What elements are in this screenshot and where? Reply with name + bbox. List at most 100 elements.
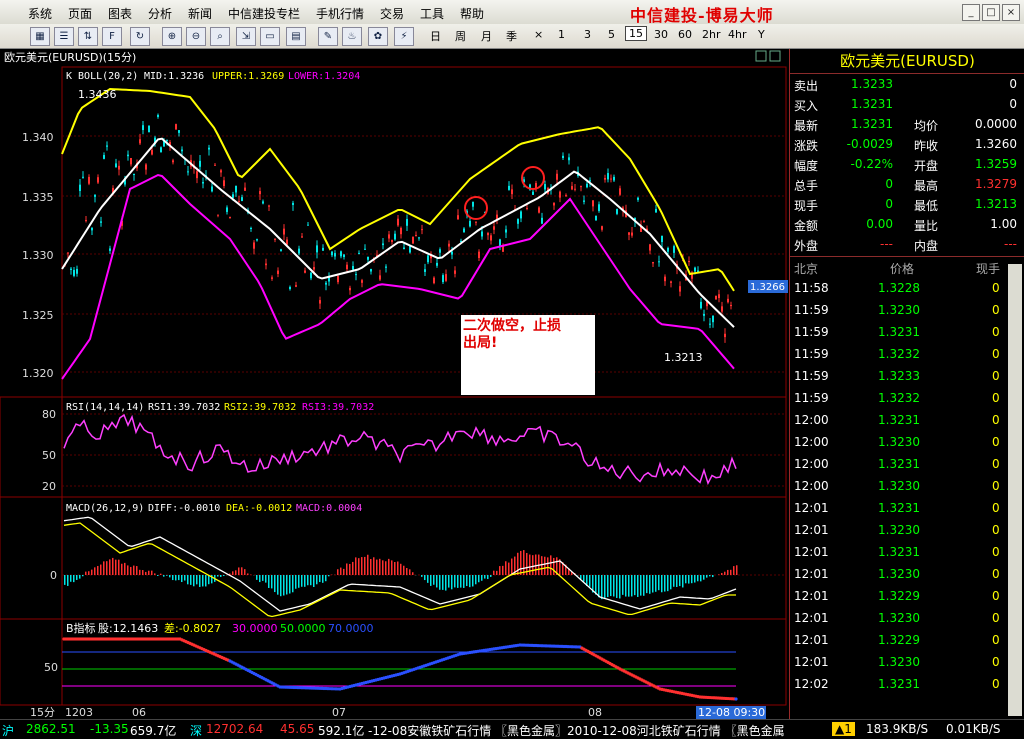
- macd-bar: [472, 575, 474, 586]
- candle-body: [232, 194, 234, 197]
- candle-body: [553, 203, 555, 206]
- menu-tools[interactable]: 工具: [420, 5, 444, 22]
- quote-panel: 欧元美元(EURUSD) 卖出1.32330买入1.32310最新1.3231均…: [789, 49, 1024, 719]
- quote-value: 1.3231: [851, 97, 893, 111]
- menu-help[interactable]: 帮助: [460, 5, 484, 22]
- candle-body: [730, 305, 732, 306]
- period-4hr[interactable]: 4hr: [728, 28, 747, 41]
- candle-body: [295, 285, 297, 287]
- tick-time: 11:59: [794, 303, 829, 317]
- sz-index[interactable]: 12702.64: [206, 722, 263, 736]
- macd-bar: [400, 564, 402, 575]
- candle-body: [517, 219, 519, 224]
- time-badge-label: 12-08 09:30: [698, 706, 765, 719]
- period-day[interactable]: 日: [430, 28, 441, 44]
- menu-bar: 系统 页面 图表 分析 新闻 中信建投专栏 手机行情 交易 工具 帮助 中信建投…: [0, 0, 1024, 25]
- flash-icon[interactable]: ⚡: [394, 27, 414, 46]
- search-icon[interactable]: ⌕: [210, 27, 230, 46]
- candle-body: [85, 220, 87, 221]
- screen-icon[interactable]: ▤: [286, 27, 306, 46]
- tick-row: 12:001.32300: [790, 432, 1024, 454]
- quote-row: 外盘---内盘---: [790, 234, 1024, 254]
- menu-trade[interactable]: 交易: [380, 5, 404, 22]
- zoom-in-icon[interactable]: ⊕: [162, 27, 182, 46]
- maximize-button[interactable]: □: [982, 4, 1000, 21]
- window-icon[interactable]: ▭: [260, 27, 280, 46]
- candle-body: [181, 150, 183, 152]
- candle-body: [283, 229, 285, 235]
- period-15[interactable]: 15: [625, 26, 647, 41]
- menu-news[interactable]: 新闻: [188, 5, 212, 22]
- period-quarter[interactable]: 季: [506, 28, 517, 44]
- period-3[interactable]: 3: [584, 28, 591, 41]
- period-60[interactable]: 60: [678, 28, 692, 41]
- macd-dea: DEA:-0.0012: [226, 503, 292, 514]
- candle-body: [106, 145, 108, 146]
- candle-body: [616, 209, 618, 214]
- grid-icon[interactable]: ▦: [30, 27, 50, 46]
- candle-body: [397, 219, 399, 226]
- tick-price: 1.3233: [878, 369, 920, 383]
- minimize-button[interactable]: _: [962, 4, 980, 21]
- alarm-icon[interactable]: ♨: [342, 27, 362, 46]
- period-30[interactable]: 30: [654, 28, 668, 41]
- menu-page[interactable]: 页面: [68, 5, 92, 22]
- macd-bar: [181, 575, 183, 582]
- menu-chart[interactable]: 图表: [108, 5, 132, 22]
- macd-bar: [343, 569, 345, 575]
- period-2hr[interactable]: 2hr: [702, 28, 721, 41]
- close-button[interactable]: ×: [1002, 4, 1020, 21]
- tick-header-price: 价格: [890, 260, 914, 277]
- menu-system[interactable]: 系统: [28, 5, 52, 22]
- kline-chart[interactable]: 欧元美元(EURUSD)(15分) K BOLL(20,2) MID:1.323…: [0, 49, 788, 719]
- period-year[interactable]: Y: [758, 28, 765, 41]
- tick-row: 12:011.32300: [790, 520, 1024, 542]
- tick-price: 1.3231: [878, 545, 920, 559]
- tick-price: 1.3231: [878, 501, 920, 515]
- period-week[interactable]: 周: [455, 28, 466, 44]
- period-month[interactable]: 月: [481, 28, 492, 44]
- tick-scrollbar[interactable]: [1008, 264, 1022, 716]
- menu-analysis[interactable]: 分析: [148, 5, 172, 22]
- candle-body: [211, 187, 213, 192]
- macd-diff: DIFF:-0.0010: [148, 503, 220, 514]
- gift-icon[interactable]: ✿: [368, 27, 388, 46]
- news-ticker[interactable]: -12-08安徽铁矿石行情 〖黑色金属〗2010-12-08河北铁矿石行情 〖黑…: [368, 722, 828, 739]
- candle-body: [244, 188, 246, 191]
- candle-body: [379, 275, 381, 279]
- macd-bar: [667, 575, 669, 591]
- zoom-out-icon[interactable]: ⊖: [186, 27, 206, 46]
- current-price-label: 1.3266: [750, 282, 785, 293]
- macd-bar: [508, 563, 510, 575]
- macd-bar: [445, 575, 447, 591]
- quote-value: -0.0029: [847, 137, 893, 151]
- b-indicator-d: 50.0000: [280, 622, 326, 635]
- edit-icon[interactable]: ✎: [318, 27, 338, 46]
- candle-body: [214, 165, 216, 166]
- macd-bar: [238, 567, 240, 575]
- period-close[interactable]: ×: [534, 28, 543, 41]
- menu-zxjt-column[interactable]: 中信建投专栏: [228, 5, 300, 22]
- f10-icon[interactable]: F: [102, 27, 122, 46]
- candle-body: [679, 286, 681, 291]
- alert-badge[interactable]: ▲1: [832, 722, 855, 736]
- refresh-icon[interactable]: ↻: [130, 27, 150, 46]
- candle-body: [451, 252, 453, 255]
- sort-icon[interactable]: ⇅: [78, 27, 98, 46]
- tick-row: 12:011.32300: [790, 652, 1024, 674]
- sh-index[interactable]: 2862.51: [26, 722, 76, 736]
- tick-price: 1.3231: [878, 457, 920, 471]
- candle-body: [103, 155, 105, 159]
- candle-body: [700, 302, 702, 308]
- macd-bar: [511, 559, 513, 575]
- macd-bar: [550, 555, 552, 575]
- period-1[interactable]: 1: [558, 28, 565, 41]
- candle-body: [130, 158, 132, 164]
- list-icon[interactable]: ☰: [54, 27, 74, 46]
- export-icon[interactable]: ⇲: [236, 27, 256, 46]
- period-5[interactable]: 5: [608, 28, 615, 41]
- macd-bar: [199, 575, 201, 587]
- menu-mobile-quotes[interactable]: 手机行情: [316, 5, 364, 22]
- macd-bar: [607, 575, 609, 597]
- tick-volume: 0: [992, 589, 1000, 603]
